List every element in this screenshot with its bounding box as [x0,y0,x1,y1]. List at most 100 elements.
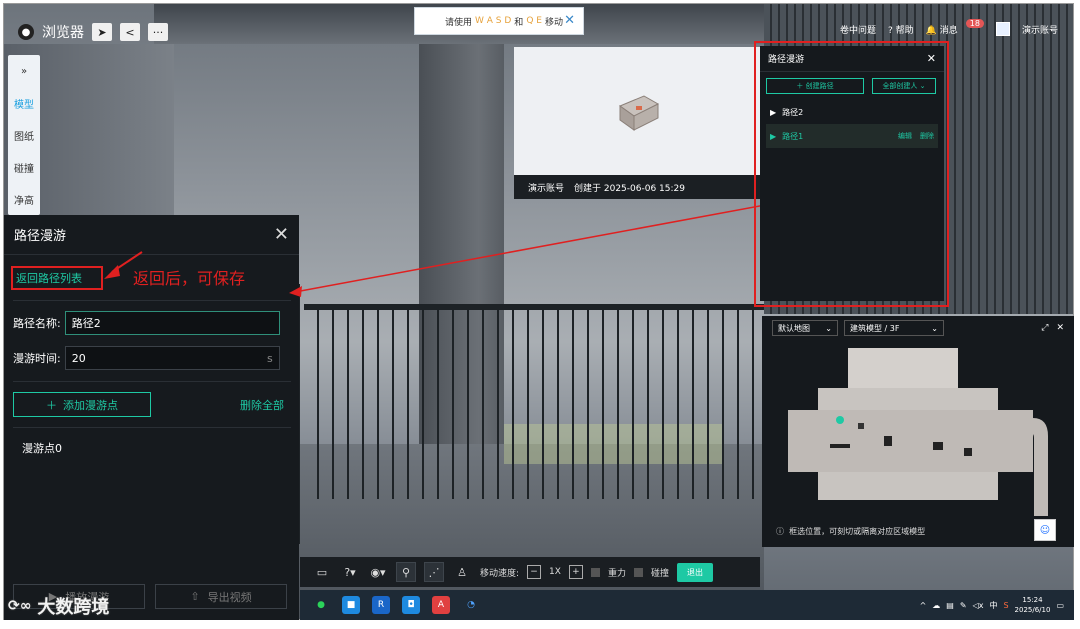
hint-and: 和 [514,17,524,28]
export-video-button[interactable]: ⇧ 导出视频 [155,584,287,609]
clock-time: 15:24 [1022,596,1043,604]
tray-expand-icon[interactable]: ^ [920,601,927,610]
tab-drawing[interactable]: 图纸 [8,119,40,151]
app-icon-r[interactable]: R [372,596,390,614]
wechat-icon[interactable]: ● [312,596,330,614]
cloud-icon[interactable]: ☁ [932,601,940,610]
scene-railing [304,309,764,499]
back-to-list-link[interactable]: 返回路径列表 [11,266,103,290]
volume-icon[interactable]: ◁x [973,601,984,610]
map-select[interactable]: 默认地图 ⌄ [772,320,838,336]
speed-increase-button[interactable]: + [568,565,583,579]
annotation-highlight-box [754,41,949,307]
roam-time-row: 漫游时间: 20 s [13,346,280,370]
person-location-icon[interactable]: ⚲ [396,562,416,582]
watermark: ⟳∞ 大数跨境 [8,593,109,619]
ime-indicator[interactable]: 中 [989,600,997,611]
annotation-text: 返回后，可保存 [133,269,246,288]
hint-close-icon[interactable]: ✕ [564,13,575,28]
help-link[interactable]: ? 帮助 [888,23,914,36]
system-tray: ^ ☁ ▤ ✎ ◁x 中 S 15:24 2025/6/10 ▭ [920,595,1074,615]
roam-time-unit: s [266,351,273,365]
add-waypoint-label: 添加漫游点 [63,398,118,412]
person-icon[interactable]: ♙ [452,562,472,582]
panel-header: 路径漫游 ✕ [4,215,299,255]
hint-keys-qe: Q E [526,16,542,26]
chevron-down-icon: ⌄ [825,323,832,333]
view-eye-icon[interactable]: ◉▾ [368,562,388,582]
speed-label: 移动速度: [480,568,520,579]
tab-collision[interactable]: 碰撞 [8,151,40,183]
collision-checkbox[interactable] [633,567,643,577]
model-floor-select[interactable]: 建筑模型 / 3F ⌄ [844,320,944,336]
path-name-row: 路径名称: 路径2 [13,311,280,335]
movement-hint: 请使用 W A S D 和 Q E 移动 ✕ [414,7,584,35]
message-count-badge: 18 [965,18,984,28]
notification-icon[interactable]: ▭ [1056,601,1064,610]
path-nodes-icon[interactable]: ⋰ [424,562,444,582]
path-name-input[interactable]: 路径2 [64,311,280,335]
send-icon[interactable]: ➤ [92,23,112,41]
side-tabs: » 模型 图纸 碰撞 净高 [8,55,40,215]
app-title: 浏览器 [42,25,84,41]
app-icon-a[interactable]: A [432,596,450,614]
security-icon[interactable]: S [1003,601,1008,610]
map-select-value: 默认地图 [778,323,810,333]
messages-label: 消息 [939,25,958,36]
chevron-down-icon: ⌄ [931,323,938,333]
roam-time-input[interactable]: 20 s [64,346,280,370]
app-icon-blue[interactable]: ■ [342,596,360,614]
help-label: 帮助 [895,25,914,36]
gravity-label: 重力 [607,568,626,579]
minimap-tip-text: 框选位置，可刻切或隔离对应区域模型 [789,527,926,536]
app-logo-icon: ● [18,24,34,40]
network-icon[interactable]: ▤ [946,601,954,610]
path-name-label: 路径名称: [13,317,61,330]
os-taskbar: ● ■ R ◘ A ◔ ^ ☁ ▤ ✎ ◁x 中 S 15:24 2025/6/… [300,590,1074,620]
browser-icon[interactable]: ◔ [462,596,480,614]
close-icon[interactable]: ✕ [274,224,289,245]
fullscreen-icon[interactable]: ⤢ [1041,323,1048,333]
issues-link[interactable]: 卷中问题 [840,23,876,36]
divider [13,381,291,382]
preview-created-time: 创建于 2025-06-06 15:29 [574,183,685,194]
clock-date: 2025/6/10 [1014,606,1051,614]
comment-icon[interactable]: ▭ [312,562,332,582]
speed-decrease-button[interactable]: − [527,565,542,579]
expand-tab[interactable]: » [8,55,40,87]
messages-link[interactable]: 🔔 消息 [926,23,958,36]
add-waypoint-button[interactable]: ＋ 添加漫游点 [13,392,151,417]
exit-roam-button[interactable]: 退出 [676,562,713,582]
model-thumbnail-icon [618,95,660,131]
more-icon[interactable]: ··· [148,23,168,41]
roam-time-value: 20 [71,351,86,365]
roam-time-label: 漫游时间: [13,352,61,365]
minimap-panel: 默认地图 ⌄ 建筑模型 / 3F ⌄ ⤢ ✕ ⓘ 框选位置，可刻切或隔离对应区域模型… [762,316,1074,547]
tab-clearance[interactable]: 净高 [8,183,40,215]
tab-model[interactable]: 模型 [8,87,40,119]
minimap-window-controls: ⤢ ✕ [1041,323,1074,333]
app-logo: ● 浏览器 ➤ < ··· [18,22,168,42]
share-icon[interactable]: < [120,23,140,41]
watermark-logo-icon: ⟳∞ [8,598,32,614]
pen-icon[interactable]: ✎ [960,601,967,610]
close-icon[interactable]: ✕ [1056,323,1064,333]
preview-footer: 演示账号 创建于 2025-06-06 15:29 [514,175,760,199]
delete-all-link[interactable]: 删除全部 [240,397,284,413]
waypoint-item[interactable]: 漫游点0 [22,440,62,456]
clock[interactable]: 15:24 2025/6/10 [1015,595,1051,615]
info-icon: ⓘ [776,527,784,536]
path-preview-card[interactable]: 演示账号 创建于 2025-06-06 15:29 [514,47,760,199]
assistant-robot-icon[interactable]: ☺ [1034,519,1056,541]
gravity-checkbox[interactable] [590,567,600,577]
watermark-text: 大数跨境 [37,597,110,618]
hint-prefix: 请使用 [445,17,473,28]
user-name[interactable]: 演示账号 [1022,23,1058,36]
app-icon-square[interactable]: ◘ [402,596,420,614]
avatar[interactable] [995,22,1010,36]
help-question-icon[interactable]: ?▾ [340,562,360,582]
minimap-toolbar: 默认地图 ⌄ 建筑模型 / 3F ⌄ ⤢ ✕ [762,316,1074,340]
hint-suffix: 移动 [544,17,563,28]
floor-plan-map[interactable] [788,348,1048,516]
speed-value: 1X [549,567,561,577]
